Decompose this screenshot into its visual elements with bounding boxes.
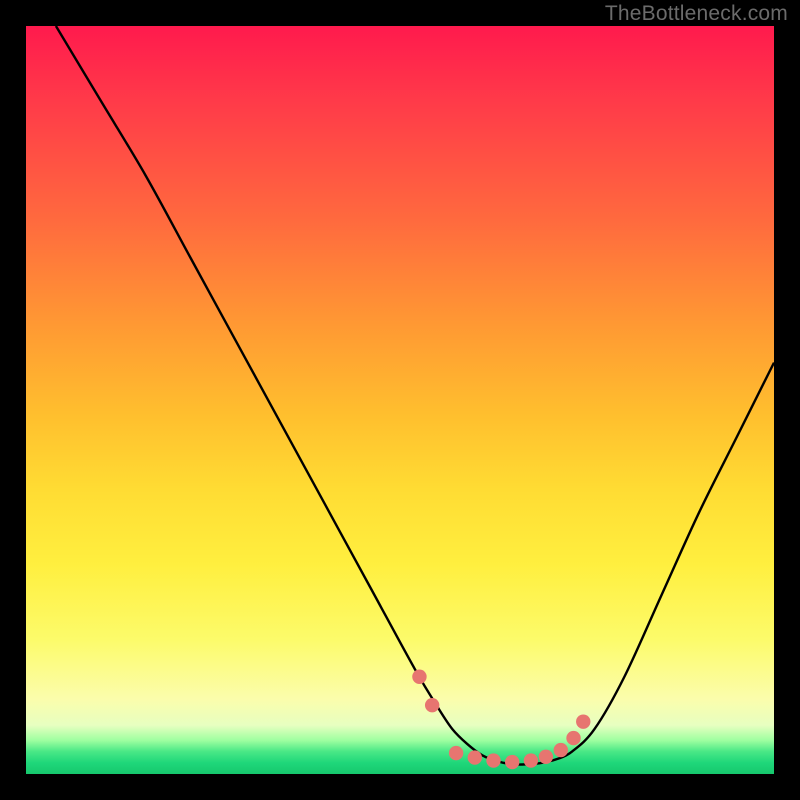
highlight-dot xyxy=(554,743,568,757)
chart-frame: TheBottleneck.com xyxy=(0,0,800,800)
plot-area xyxy=(26,26,774,774)
highlight-dot xyxy=(524,753,538,767)
curve-layer xyxy=(26,26,774,774)
highlight-marker-group xyxy=(412,670,590,770)
highlight-dot xyxy=(412,670,426,684)
highlight-dot xyxy=(449,746,463,760)
highlight-dot xyxy=(486,753,500,767)
bottleneck-curve xyxy=(56,26,774,765)
highlight-dot xyxy=(505,755,519,769)
highlight-dot xyxy=(566,731,580,745)
highlight-dot xyxy=(576,714,590,728)
highlight-dot xyxy=(468,750,482,764)
watermark-text: TheBottleneck.com xyxy=(605,2,788,26)
highlight-dot xyxy=(425,698,439,712)
highlight-dot xyxy=(539,750,553,764)
